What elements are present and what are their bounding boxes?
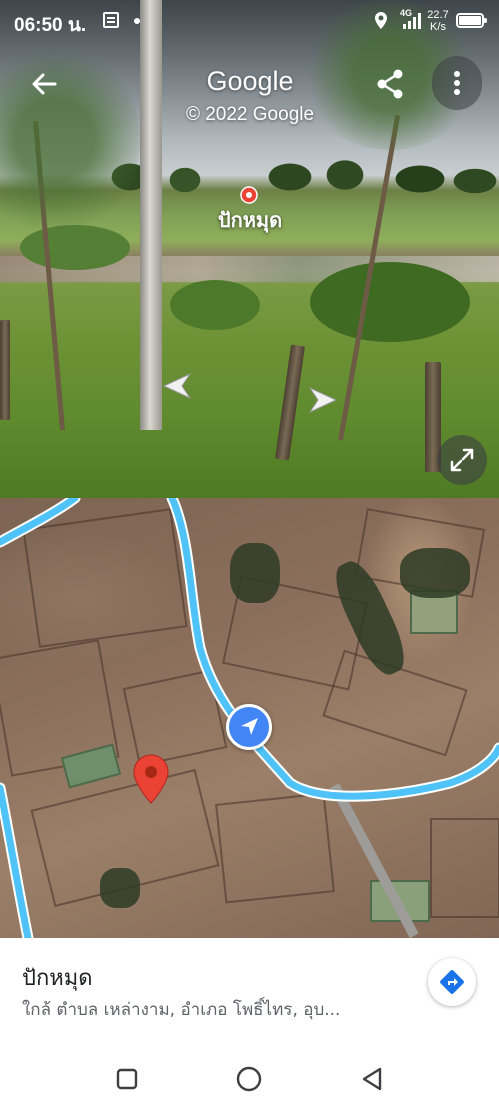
back-button[interactable] xyxy=(22,62,66,106)
notification-app-icon xyxy=(103,12,119,28)
nav-chevron-right-icon[interactable] xyxy=(304,386,340,414)
more-vert-icon xyxy=(454,71,460,95)
recents-button[interactable] xyxy=(110,1062,144,1096)
bush xyxy=(170,280,260,330)
place-pin-icon xyxy=(240,186,258,204)
directions-button[interactable] xyxy=(428,958,476,1006)
map-view[interactable] xyxy=(0,498,499,938)
network-speed-unit: K/s xyxy=(430,21,446,33)
street-view-title: Google xyxy=(206,66,294,96)
back-triangle-icon xyxy=(362,1067,382,1091)
map-pin-icon[interactable] xyxy=(133,754,169,804)
copyright-text: © 2022 Google xyxy=(185,104,315,125)
place-title: ปักหมุด xyxy=(22,966,93,991)
directions-icon xyxy=(440,970,464,994)
home-button[interactable] xyxy=(232,1062,266,1096)
bush xyxy=(310,262,470,342)
share-icon xyxy=(377,69,403,99)
place-address: ใกล้ ตำบล เหล่างาม, อำเภอ โพธิ์ไทร, อุบ.… xyxy=(22,1000,341,1020)
network-speed: 22.7 K/s xyxy=(425,9,451,33)
place-sheet[interactable]: ปักหมุด ใกล้ ตำบล เหล่างาม, อำเภอ โพธิ์ไ… xyxy=(0,938,499,1048)
notification-dot-icon xyxy=(134,18,140,24)
expand-button[interactable] xyxy=(437,435,487,485)
more-options-button[interactable] xyxy=(432,56,482,110)
recents-square-icon xyxy=(116,1068,138,1090)
fence-post xyxy=(0,320,10,420)
fence-post xyxy=(275,344,305,461)
system-nav-bar xyxy=(0,1048,499,1110)
battery-fill xyxy=(459,16,481,25)
nav-chevron-left-icon[interactable] xyxy=(160,372,196,400)
status-time: 06:50 น. xyxy=(14,15,87,36)
navigation-arrow-icon xyxy=(241,718,258,735)
battery-icon xyxy=(456,13,487,28)
home-circle-icon xyxy=(236,1066,262,1092)
signal-icon xyxy=(403,13,421,29)
street-view-place-label[interactable]: ปักหมุด xyxy=(190,204,310,236)
back-arrow-icon xyxy=(32,73,57,95)
expand-icon xyxy=(450,448,474,472)
share-button[interactable] xyxy=(368,62,412,106)
status-bar: 06:50 น. 4G 22.7 K/s xyxy=(0,0,499,44)
utility-pole xyxy=(140,0,162,430)
back-nav-button[interactable] xyxy=(355,1062,389,1096)
network-speed-value: 22.7 xyxy=(427,9,449,21)
location-icon xyxy=(375,12,387,29)
current-location-marker[interactable] xyxy=(226,704,272,750)
